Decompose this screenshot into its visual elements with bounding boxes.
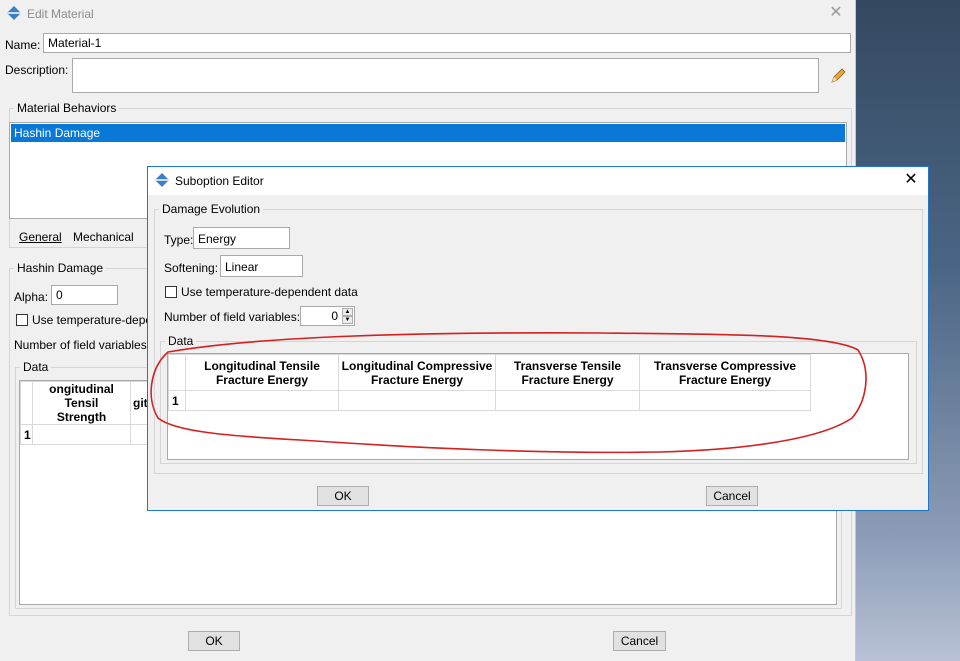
abaqus-diamond-icon — [7, 6, 21, 20]
temp-dependent-label: Use temperature-dependent data — [181, 285, 358, 299]
window-title: Edit Material — [27, 7, 94, 21]
table-cell[interactable] — [185, 390, 339, 411]
field-variables-label: Number of field variables: — [14, 338, 151, 352]
suboption-titlebar[interactable]: Suboption Editor ✕ — [148, 167, 928, 195]
column-header-longitudinal-compressive[interactable]: Longitudinal Compressive Fracture Energy — [338, 354, 496, 391]
close-icon[interactable]: ✕ — [825, 3, 847, 23]
pencil-icon[interactable] — [828, 66, 848, 86]
alpha-label: Alpha: — [14, 290, 49, 304]
spin-up-icon[interactable]: ▲ — [342, 308, 353, 316]
description-label: Description: — [5, 63, 69, 77]
field-variables-label: Number of field variables: — [164, 310, 301, 324]
name-field[interactable]: Material-1 — [43, 33, 851, 53]
menu-mechanical[interactable]: Mechanical — [73, 230, 134, 244]
table-cell[interactable] — [639, 390, 811, 411]
table-cell[interactable] — [338, 390, 496, 411]
type-field[interactable]: Energy — [193, 227, 290, 249]
spin-down-icon[interactable]: ▼ — [342, 316, 353, 324]
softening-label: Softening: — [164, 261, 219, 275]
main-data-table[interactable]: ongitudinal Tensil Strength git 1 — [20, 381, 161, 445]
dialog-title: Suboption Editor — [175, 174, 264, 188]
cancel-button[interactable]: Cancel — [706, 486, 758, 506]
column-header[interactable]: ongitudinal Tensil Strength — [32, 381, 131, 425]
close-icon[interactable]: ✕ — [900, 170, 922, 190]
softening-field[interactable]: Linear — [220, 255, 303, 277]
type-label: Type: — [164, 233, 194, 247]
temp-dependent-checkbox[interactable] — [16, 314, 28, 326]
abaqus-diamond-icon — [155, 173, 169, 187]
table-cell[interactable] — [32, 424, 131, 445]
row-header: 1 — [20, 424, 33, 445]
behavior-item-hashin-damage[interactable]: Hashin Damage — [11, 124, 845, 142]
ok-button[interactable]: OK — [188, 631, 240, 651]
temp-dependent-checkbox[interactable] — [165, 286, 177, 298]
damage-evolution-title: Damage Evolution — [159, 202, 264, 216]
suboption-editor-dialog: Suboption Editor ✕ Damage Evolution Type… — [147, 166, 929, 511]
material-behaviors-title: Material Behaviors — [14, 101, 120, 115]
table-corner — [20, 381, 33, 425]
field-variables-value: 0 — [331, 309, 338, 323]
sub-data-table[interactable]: Longitudinal Tensile Fracture Energy Long… — [168, 354, 811, 411]
table-cell[interactable] — [495, 390, 640, 411]
main-data-title: Data — [20, 360, 52, 374]
column-header-longitudinal-tensile[interactable]: Longitudinal Tensile Fracture Energy — [185, 354, 339, 391]
menu-general[interactable]: General — [19, 230, 62, 244]
temp-dependent-label: Use temperature-depe — [32, 313, 153, 327]
ok-button[interactable]: OK — [317, 486, 369, 506]
description-field[interactable] — [72, 58, 819, 93]
edit-material-titlebar[interactable]: Edit Material ✕ — [0, 0, 855, 28]
sub-data-title: Data — [165, 334, 197, 348]
column-header-transverse-compressive[interactable]: Transverse Compressive Fracture Energy — [639, 354, 811, 391]
table-corner — [168, 354, 186, 391]
row-header: 1 — [168, 390, 186, 411]
column-header-transverse-tensile[interactable]: Transverse Tensile Fracture Energy — [495, 354, 640, 391]
field-variables-spinner[interactable]: 0 ▲ ▼ — [300, 306, 355, 326]
alpha-field[interactable]: 0 — [51, 285, 118, 305]
name-label: Name: — [5, 38, 41, 52]
hashin-damage-title: Hashin Damage — [14, 261, 107, 275]
cancel-button[interactable]: Cancel — [613, 631, 666, 651]
